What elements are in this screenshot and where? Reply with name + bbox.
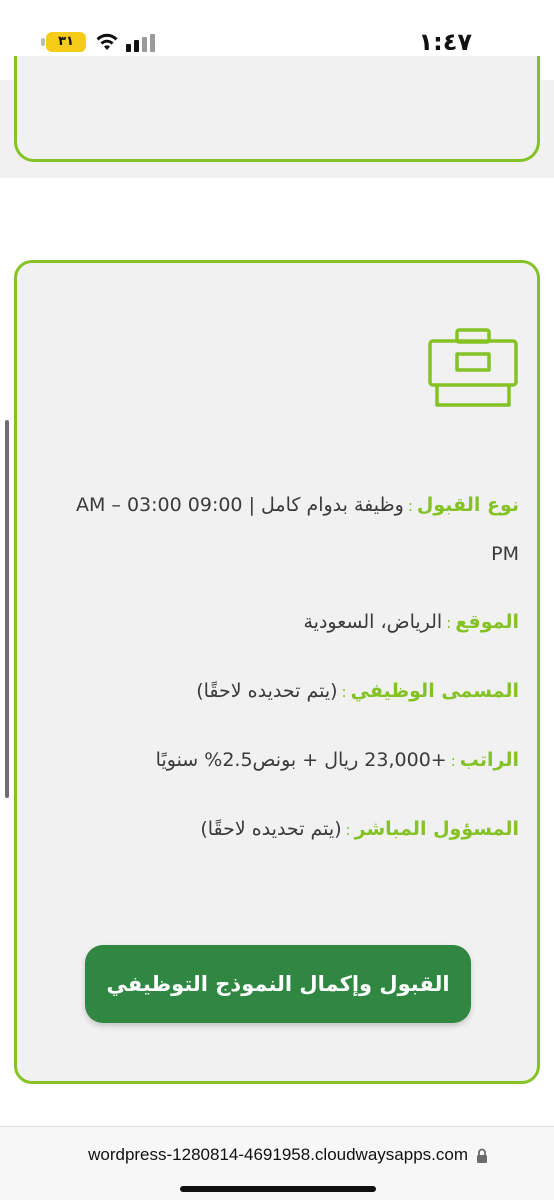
status-time: ١:٤٧ <box>418 28 472 56</box>
detail-colon: : <box>345 821 351 839</box>
battery-cap <box>41 38 45 46</box>
battery-icon: ٣١ <box>46 32 86 52</box>
detail-label: المسؤول المباشر <box>354 818 519 840</box>
detail-value: +23,000 ريال + بونص2.5% سنويًا <box>155 749 447 771</box>
cellular-signal-icon <box>126 34 155 52</box>
url-text[interactable]: wordpress-1280814-4691958.cloudwaysapps.… <box>88 1145 468 1165</box>
detail-value: (يتم تحديده لاحقًا) <box>200 818 342 840</box>
accept-and-complete-form-button[interactable]: القبول وإكمال النموذج التوظيفي <box>85 945 471 1023</box>
detail-colon: : <box>446 614 452 632</box>
detail-job-title: المسمى الوظيفي:(يتم تحديده لاحقًا) <box>43 667 519 716</box>
detail-value: الرياض، السعودية <box>303 611 443 633</box>
detail-colon: : <box>407 497 413 515</box>
detail-colon: : <box>450 752 456 770</box>
detail-label: الراتب <box>459 749 519 771</box>
wifi-icon <box>96 33 118 50</box>
detail-colon: : <box>341 683 347 701</box>
job-details: نوع القبول:وظيفة بدوام كامل | 09:00 03:0… <box>43 481 519 874</box>
lock-icon <box>477 1148 487 1163</box>
home-indicator <box>180 1186 376 1192</box>
detail-acceptance-type: نوع القبول:وظيفة بدوام كامل | 09:00 03:0… <box>43 481 519 578</box>
detail-direct-manager: المسؤول المباشر:(يتم تحديده لاحقًا) <box>43 805 519 854</box>
job-offer-card: نوع القبول:وظيفة بدوام كامل | 09:00 03:0… <box>14 260 540 1084</box>
previous-card <box>14 56 540 162</box>
briefcase-icon <box>428 328 518 407</box>
detail-label: نوع القبول <box>416 494 519 516</box>
scroll-indicator[interactable] <box>5 420 9 798</box>
detail-label: الموقع <box>455 611 519 633</box>
detail-label: المسمى الوظيفي <box>350 680 519 702</box>
detail-location: الموقع:الرياض، السعودية <box>43 598 520 647</box>
detail-value: (يتم تحديده لاحقًا) <box>196 680 338 702</box>
detail-salary: الراتب:+23,000 ريال + بونص2.5% سنويًا <box>43 736 519 785</box>
